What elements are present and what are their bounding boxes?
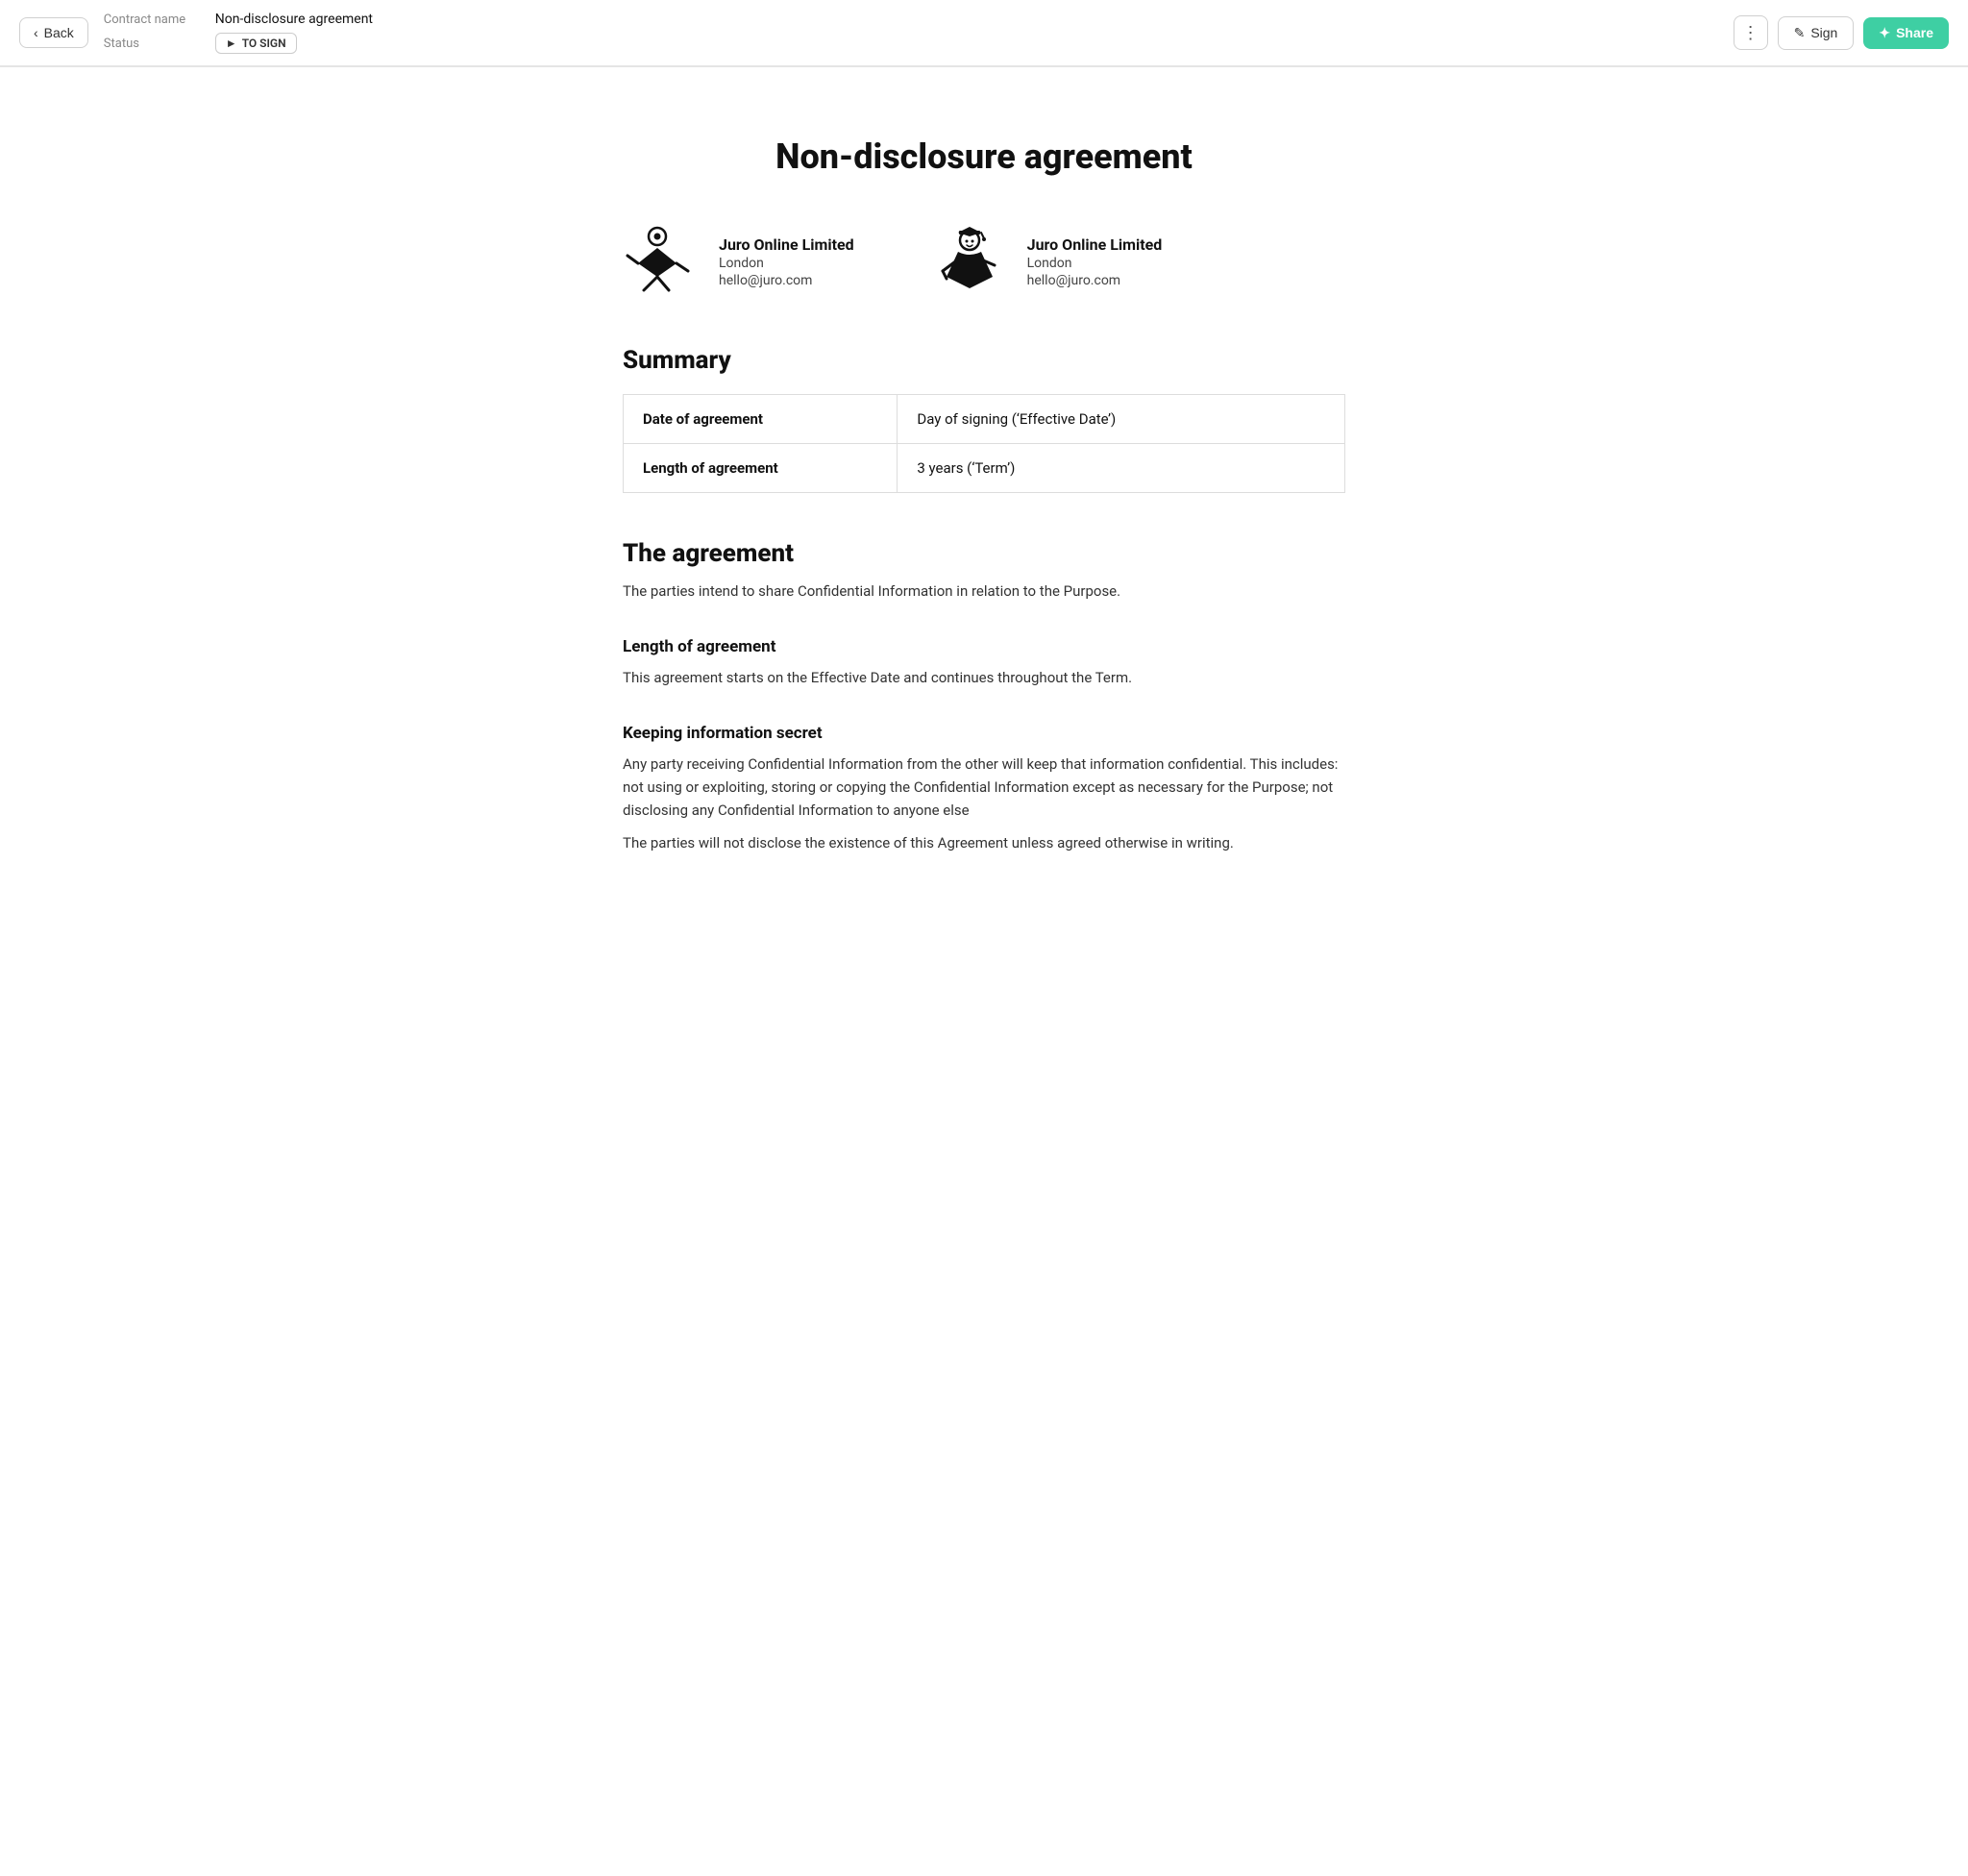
- summary-title: Summary: [623, 346, 1345, 375]
- status-badge[interactable]: ► TO SIGN: [215, 33, 297, 54]
- party-2-mascot: [931, 223, 1008, 300]
- more-icon: ⋮: [1742, 23, 1759, 43]
- agreement-intro: The parties intend to share Confidential…: [623, 580, 1345, 603]
- secret-faded-text: The parties will not disclose the existe…: [623, 831, 1345, 854]
- header-meta: Contract name Non-disclosure agreement S…: [104, 12, 1718, 54]
- status-row: Status ► TO SIGN: [104, 33, 1718, 54]
- party-2-email: hello@juro.com: [1027, 273, 1163, 288]
- status-label: Status: [104, 37, 200, 51]
- party-1-city: London: [719, 256, 854, 271]
- contract-name-row: Contract name Non-disclosure agreement: [104, 12, 1718, 27]
- status-value: TO SIGN: [242, 37, 286, 50]
- secret-text: Any party receiving Confidential Informa…: [623, 753, 1345, 822]
- party-2: Juro Online Limited London hello@juro.co…: [931, 223, 1163, 300]
- share-label: Share: [1896, 25, 1933, 40]
- length-title: Length of agreement: [623, 637, 1345, 656]
- summary-field-1: Length of agreement: [624, 444, 898, 493]
- sign-label: Sign: [1810, 25, 1837, 40]
- summary-value-0: Day of signing (‘Effective Date’): [898, 395, 1345, 444]
- summary-value-1: 3 years (‘Term’): [898, 444, 1345, 493]
- agreement-section: The agreement The parties intend to shar…: [623, 539, 1345, 603]
- share-icon: ✦: [1879, 25, 1890, 41]
- main-content: Non-disclosure agreement: [600, 98, 1368, 947]
- back-button[interactable]: ‹ Back: [19, 17, 88, 48]
- back-label: Back: [44, 25, 74, 40]
- secret-subsection: Keeping information secret Any party rec…: [623, 724, 1345, 854]
- contract-name-label: Contract name: [104, 12, 200, 27]
- sign-pen-icon: ✎: [1794, 25, 1806, 41]
- contract-name-value: Non-disclosure agreement: [215, 12, 373, 27]
- summary-table: Date of agreement Day of signing (‘Effec…: [623, 394, 1345, 493]
- document-title: Non-disclosure agreement: [623, 136, 1345, 177]
- secret-title: Keeping information secret: [623, 724, 1345, 743]
- page-header: ‹ Back Contract name Non-disclosure agre…: [0, 0, 1968, 66]
- length-subsection: Length of agreement This agreement start…: [623, 637, 1345, 689]
- more-options-button[interactable]: ⋮: [1734, 15, 1768, 50]
- party-2-city: London: [1027, 256, 1163, 271]
- summary-field-0: Date of agreement: [624, 395, 898, 444]
- party-1-info: Juro Online Limited London hello@juro.co…: [719, 235, 854, 288]
- send-icon: ►: [226, 37, 237, 50]
- party-1-mascot: [623, 223, 700, 300]
- share-button[interactable]: ✦ Share: [1863, 17, 1949, 49]
- party-1-email: hello@juro.com: [719, 273, 854, 288]
- table-row: Length of agreement 3 years (‘Term’): [624, 444, 1345, 493]
- party-1-name: Juro Online Limited: [719, 235, 854, 254]
- agreement-title: The agreement: [623, 539, 1345, 568]
- table-row: Date of agreement Day of signing (‘Effec…: [624, 395, 1345, 444]
- sign-button[interactable]: ✎ Sign: [1778, 16, 1855, 50]
- back-arrow-icon: ‹: [34, 25, 38, 40]
- party-1: Juro Online Limited London hello@juro.co…: [623, 223, 854, 300]
- parties-section: Juro Online Limited London hello@juro.co…: [623, 223, 1345, 300]
- header-actions: ⋮ ✎ Sign ✦ Share: [1734, 15, 1949, 50]
- party-2-name: Juro Online Limited: [1027, 235, 1163, 254]
- party-2-info: Juro Online Limited London hello@juro.co…: [1027, 235, 1163, 288]
- length-text: This agreement starts on the Effective D…: [623, 666, 1345, 689]
